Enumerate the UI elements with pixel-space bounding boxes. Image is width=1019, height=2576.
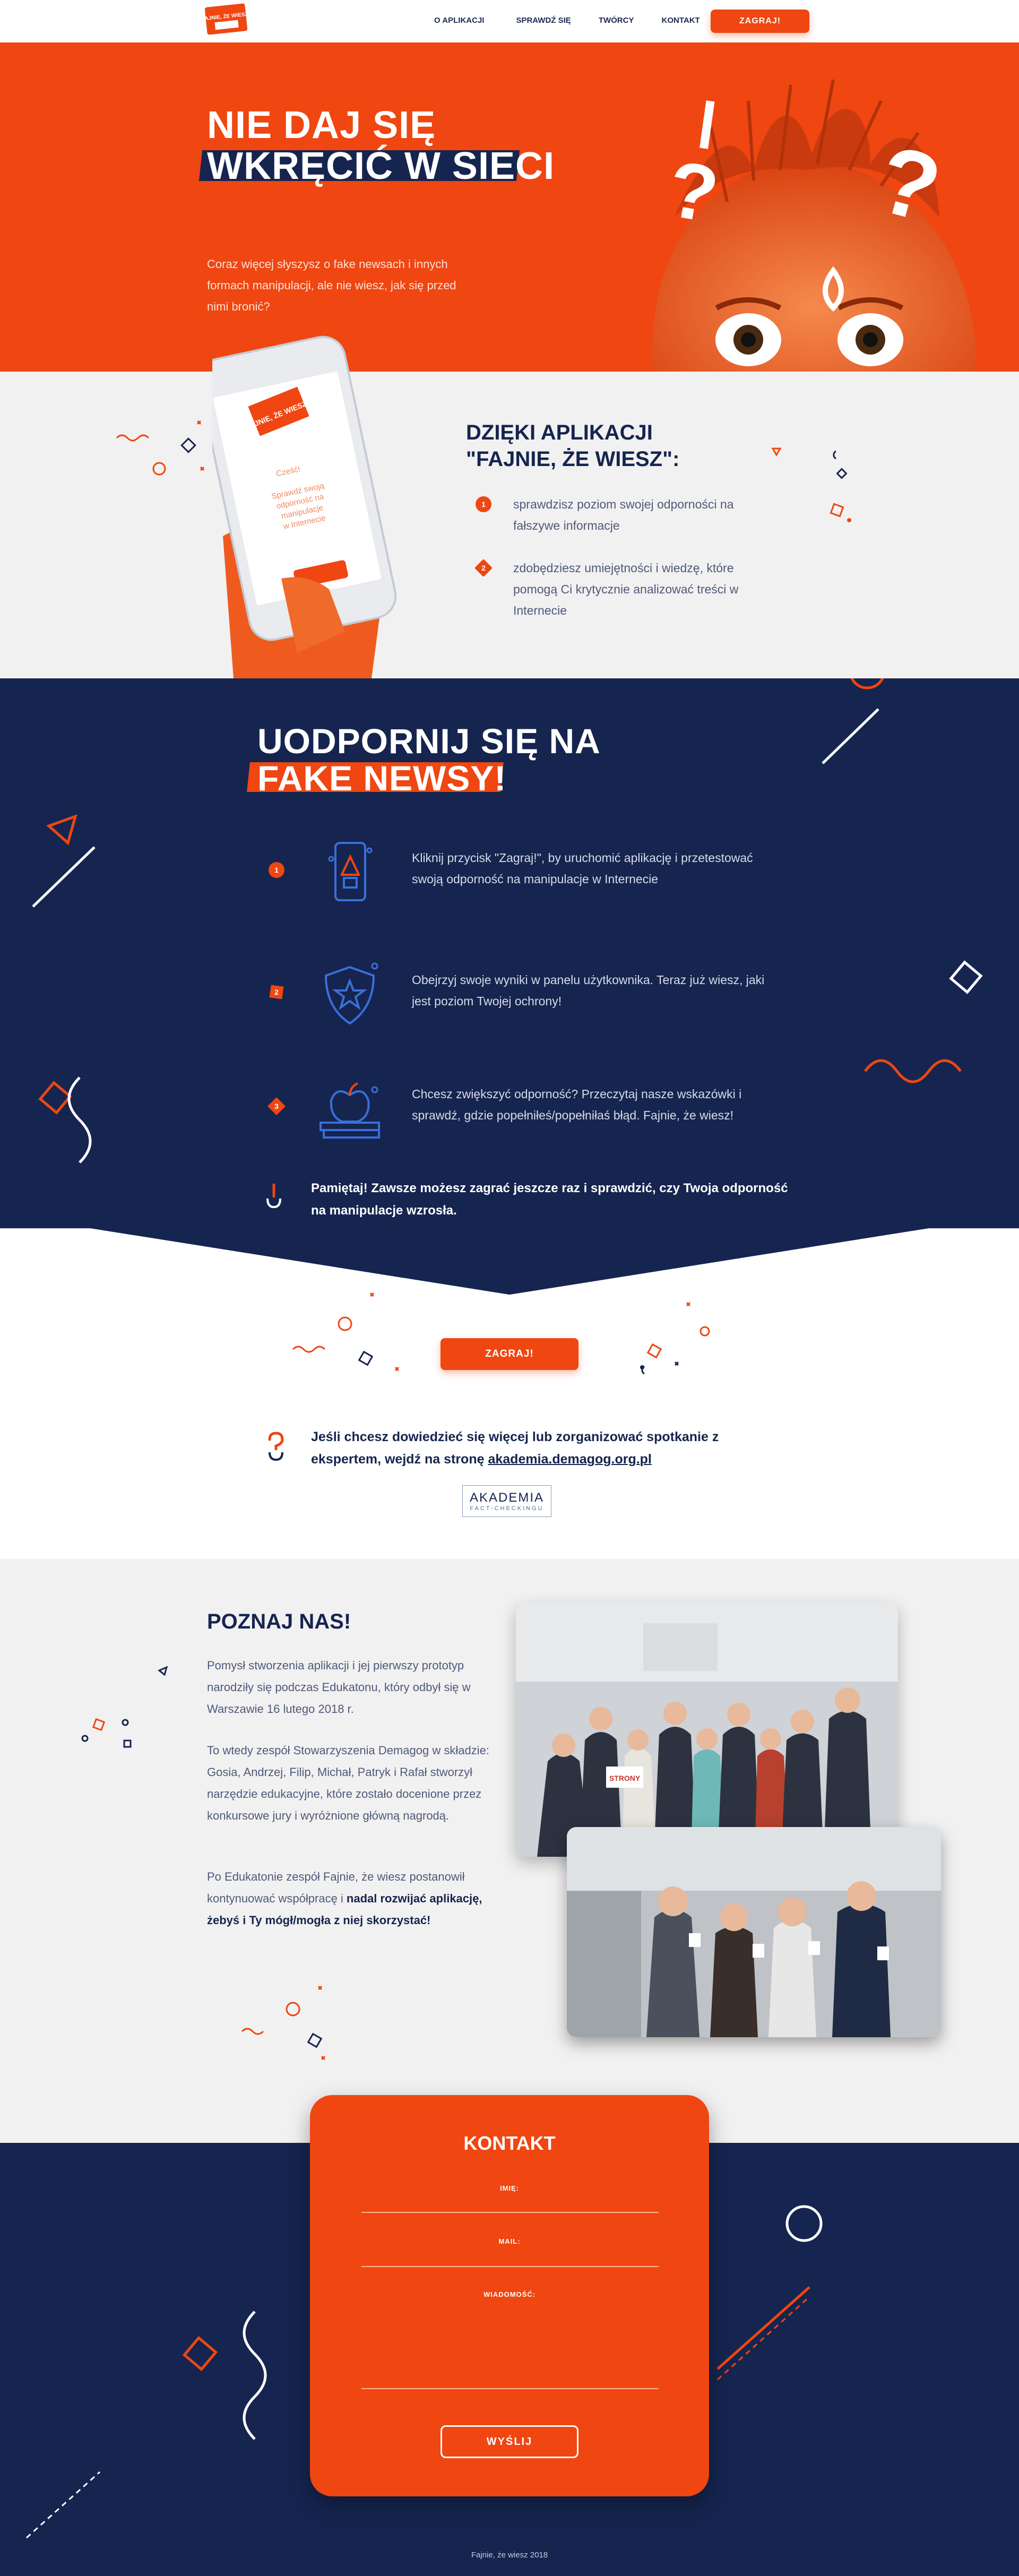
message-label: WIADOMOŚĆ: — [483, 2290, 536, 2298]
team-coffee-photo — [567, 1827, 941, 2037]
hero-title-line1: NIE DAJ SIĘ — [207, 104, 436, 147]
how-it-works-section: UODPORNIJ SIĘ NA FAKE NEWSY! 1 Kliknij p… — [0, 678, 1019, 1228]
about-us-section: POZNAJ NAS! Pomysł stworzenia aplikacji … — [0, 1559, 1019, 2143]
mail-field[interactable] — [361, 2266, 659, 2267]
step-2: 2 Obejrzyj swoje wyniki w panelu użytkow… — [267, 960, 777, 1034]
contact-form-card: KONTAKT IMIĘ: MAIL: WIADOMOŚĆ: WYŚLIJ — [310, 2095, 709, 2496]
steps-title-line2: FAKE NEWSY! — [257, 759, 507, 798]
message-field[interactable] — [361, 2388, 659, 2389]
nav-link-creators[interactable]: TWÓRCY — [599, 16, 634, 25]
phone-icon — [328, 842, 373, 901]
svg-text:STRONY: STRONY — [609, 1774, 641, 1782]
svg-text:2: 2 — [481, 564, 486, 572]
play-button[interactable]: ZAGRAJ! — [711, 10, 809, 33]
step-3-text: Chcesz zwiększyć odporność? Przeczytaj n… — [412, 1087, 742, 1122]
step-3: 3 Chcesz zwiększyć odporność? Przeczytaj… — [267, 1074, 777, 1148]
fajnie-ze-wiesz-logo[interactable]: FAJNIE, ŻE WIESZ! — [202, 2, 251, 39]
about-paragraph-2: To wtedy zespół Stowarzyszenia Demagog w… — [207, 1744, 489, 1822]
number-badge-icon: 1 — [269, 862, 284, 878]
step-2-text: Obejrzyj swoje wyniki w panelu użytkowni… — [412, 973, 765, 1008]
number-badge-icon: 2 — [269, 985, 284, 1000]
steps-title-line1: UODPORNIJ SIĘ NA — [257, 721, 601, 761]
footer-copyright: Fajnie, że wiesz 2018 — [471, 2551, 548, 2560]
step-1-text: Kliknij przycisk "Zagraj!", by uruchomić… — [412, 851, 753, 886]
about-paragraph-3: Po Edukatonie zespół Fajnie, że wiesz po… — [207, 1870, 482, 1927]
svg-text:?: ? — [867, 125, 951, 244]
number-badge-icon: 1 — [476, 496, 491, 512]
akademia-link[interactable]: akademia.demagog.org.pl — [488, 1452, 651, 1467]
number-badge-icon: 3 — [267, 1097, 286, 1115]
nav-link-contact[interactable]: KONTAKT — [661, 16, 700, 25]
svg-text:1: 1 — [481, 500, 486, 509]
name-field[interactable] — [361, 2212, 659, 2213]
about-title: POZNAJ NAS! — [207, 1610, 351, 1633]
team-group-photo: STRONY — [516, 1602, 898, 1857]
app-info-section: FAJNIE, ŻE WIESZ! Cześć! Sprawdź swojąod… — [0, 335, 1019, 678]
step-1: 1 Kliknij przycisk "Zagraj!", by uruchom… — [267, 838, 777, 912]
top-navigation: FAJNIE, ŻE WIESZ! O APLIKACJI SPRAWDŹ SI… — [0, 0, 1019, 42]
question-mark-icon — [268, 1432, 284, 1461]
contact-title: KONTAKT — [463, 2132, 556, 2154]
phone-in-hand-illustration: FAJNIE, ŻE WIESZ! Cześć! Sprawdź swojąod… — [212, 335, 397, 678]
contact-section: KONTAKT IMIĘ: MAIL: WIADOMOŚĆ: WYŚLIJ Fa… — [0, 2095, 1019, 2576]
benefit-item-1: 1 sprawdzisz poziom swojej odporności na… — [475, 494, 763, 536]
hero-title-line2: WKRĘCIĆ W SIECI — [207, 145, 555, 187]
play-cta-section: ZAGRAJ! Jeśli chcesz dowiedzieć się więc… — [0, 1228, 1019, 1559]
hero-section: ? ? NIE DAJ SIĘ WKRĘCIĆ W SIECI Coraz wi… — [0, 42, 1019, 372]
surprised-face-illustration: ? ? — [652, 79, 977, 372]
nav-link-about[interactable]: O APLIKACJI — [434, 16, 484, 25]
svg-text:2: 2 — [274, 988, 279, 996]
info-exclamation-icon — [266, 1183, 281, 1209]
send-button[interactable]: WYŚLIJ — [441, 2425, 578, 2458]
number-badge-icon: 2 — [475, 559, 492, 576]
play-button-main[interactable]: ZAGRAJ! — [441, 1338, 578, 1370]
name-label: IMIĘ: — [499, 2184, 520, 2192]
mail-label: MAIL: — [498, 2237, 521, 2245]
app-benefits-title: DZIĘKI APLIKACJI "FAJNIE, ŻE WIESZ": — [466, 421, 680, 471]
replay-note: Pamiętaj! Zawsze możesz zagrać jeszcze r… — [311, 1181, 788, 1218]
nav-link-check[interactable]: SPRAWDŹ SIĘ — [516, 16, 571, 25]
apple-books-icon — [319, 1082, 380, 1139]
svg-text:1: 1 — [274, 866, 279, 874]
about-paragraph-1: Pomysł stworzenia aplikacji i jej pierws… — [207, 1659, 471, 1716]
shield-icon — [324, 962, 378, 1025]
akademia-fact-checkingu-logo[interactable]: AKADEMIA FACT-CHECKINGU — [462, 1485, 551, 1517]
learn-more-text: Jeśli chcesz dowiedzieć się więcej lub z… — [311, 1429, 719, 1467]
svg-text:3: 3 — [274, 1102, 279, 1110]
hero-lead-text: Coraz więcej słyszysz o fake newsach i i… — [207, 257, 456, 313]
benefit-item-2: 2 zdobędziesz umiejętności i wiedzę, któ… — [475, 557, 763, 621]
